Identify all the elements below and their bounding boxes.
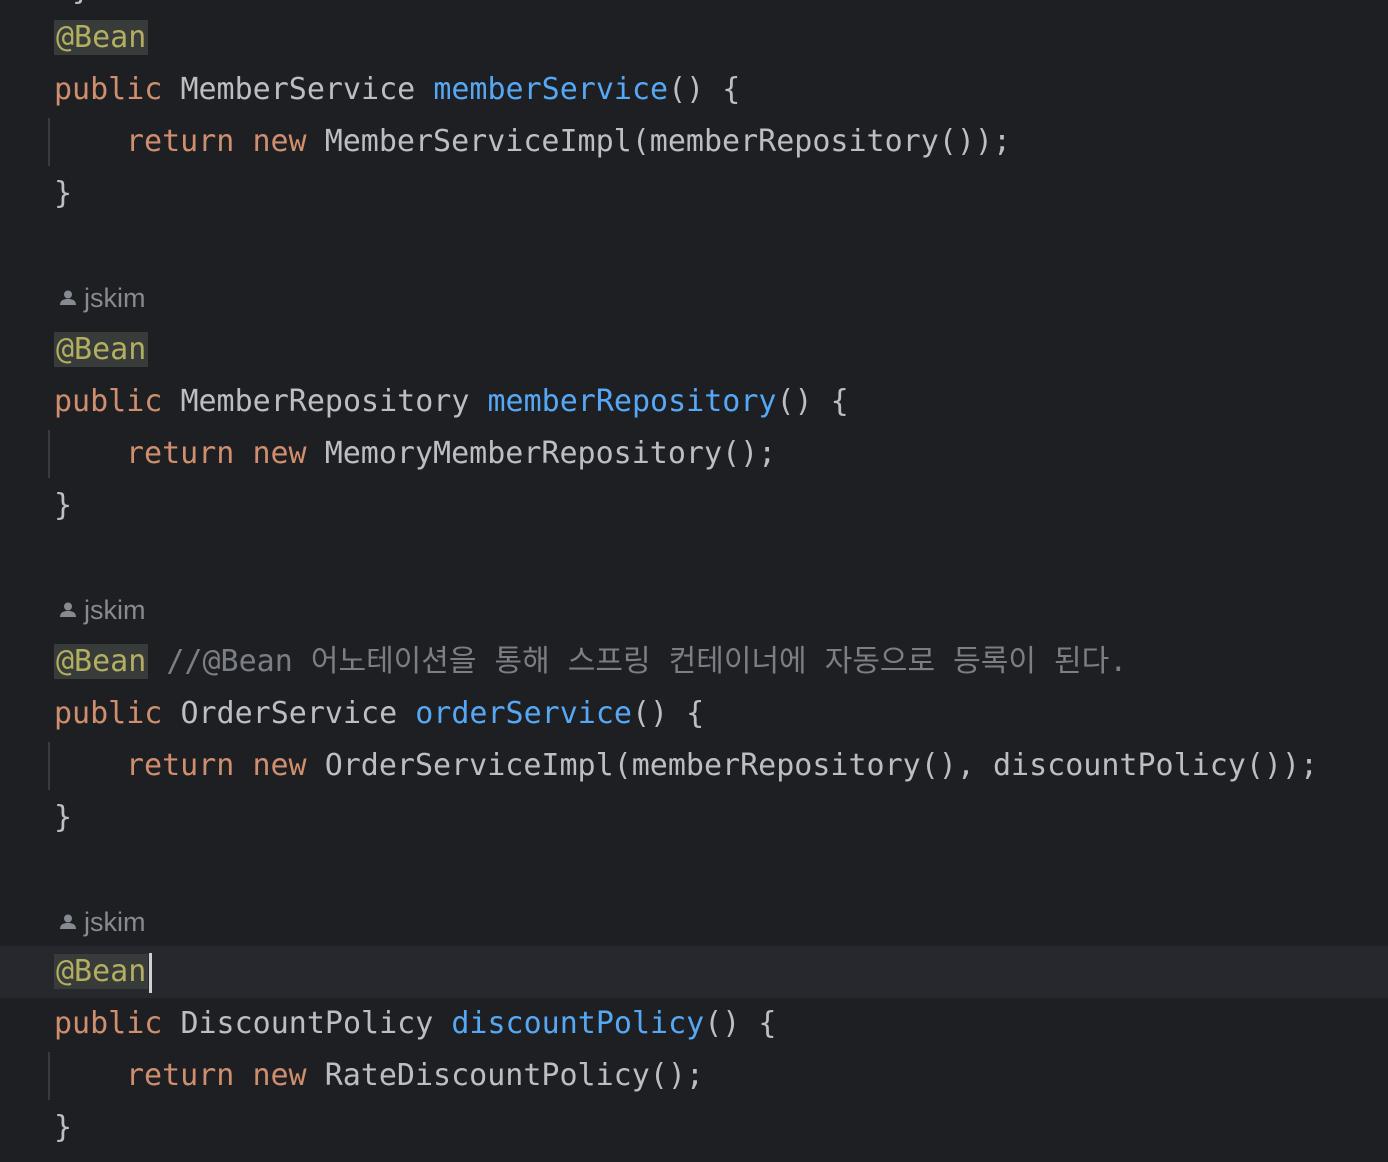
code-line[interactable]: return new MemoryMemberRepository(); bbox=[0, 428, 1388, 480]
return-expression: MemoryMemberRepository(); bbox=[324, 436, 777, 471]
author-hint[interactable]: jskim bbox=[58, 896, 146, 948]
author-name: jskim bbox=[84, 283, 146, 313]
method-name: memberRepository bbox=[487, 384, 777, 419]
indent-guide bbox=[48, 1052, 50, 1100]
code-line[interactable]: public OrderService orderService() { bbox=[0, 688, 1388, 740]
signature-tail: () { bbox=[668, 72, 741, 107]
keyword: new bbox=[252, 748, 307, 783]
author-hint[interactable]: jskim bbox=[58, 584, 146, 636]
code-line[interactable]: @Bean bbox=[0, 12, 1388, 64]
keyword: return bbox=[126, 748, 235, 783]
code-line[interactable]: } bbox=[0, 1102, 1388, 1154]
text-caret bbox=[149, 952, 153, 993]
user-icon bbox=[60, 290, 76, 305]
keyword: return bbox=[126, 436, 235, 471]
keyword: return bbox=[126, 124, 235, 159]
method-name: orderService bbox=[415, 696, 632, 731]
signature-tail: () { bbox=[776, 384, 849, 419]
keyword: public bbox=[54, 72, 163, 107]
return-type: MemberRepository bbox=[180, 384, 470, 419]
code-editor[interactable]: } @Bean public MemberService memberServi… bbox=[0, 0, 1388, 1162]
return-type: MemberService bbox=[180, 72, 416, 107]
code-line[interactable]: return new MemberServiceImpl(memberRepos… bbox=[0, 116, 1388, 168]
indent-guide bbox=[48, 742, 50, 790]
return-expression: MemberServiceImpl(memberRepository()); bbox=[324, 124, 1012, 159]
author-hint[interactable]: jskim bbox=[58, 272, 146, 324]
code-line[interactable]: } bbox=[0, 792, 1388, 844]
return-type: OrderService bbox=[180, 696, 398, 731]
keyword: new bbox=[252, 1058, 307, 1093]
user-icon bbox=[60, 914, 76, 929]
code-line[interactable]: public MemberRepository memberRepository… bbox=[0, 376, 1388, 428]
keyword: new bbox=[252, 124, 307, 159]
closing-brace: } bbox=[54, 1110, 73, 1145]
keyword: public bbox=[54, 696, 163, 731]
keyword: public bbox=[54, 384, 163, 419]
code-line[interactable]: public MemberService memberService() { bbox=[0, 64, 1388, 116]
annotation: @Bean bbox=[54, 644, 149, 679]
keyword: public bbox=[54, 1006, 163, 1041]
keyword: new bbox=[252, 436, 307, 471]
annotation: @Bean bbox=[54, 20, 149, 55]
code-line[interactable]: return new RateDiscountPolicy(); bbox=[0, 1050, 1388, 1102]
annotation: @Bean bbox=[54, 332, 149, 367]
indent-guide bbox=[48, 430, 50, 478]
indent-guide bbox=[48, 118, 50, 166]
author-name: jskim bbox=[84, 595, 146, 625]
closing-brace: } bbox=[54, 800, 73, 835]
return-expression: RateDiscountPolicy(); bbox=[324, 1058, 704, 1093]
code-line[interactable]: public DiscountPolicy discountPolicy() { bbox=[0, 998, 1388, 1050]
code-line[interactable]: return new OrderServiceImpl(memberReposi… bbox=[0, 740, 1388, 792]
return-type: DiscountPolicy bbox=[180, 1006, 434, 1041]
author-name: jskim bbox=[84, 907, 146, 937]
code-line[interactable]: @Bean bbox=[0, 324, 1388, 376]
return-expression: OrderServiceImpl(memberRepository(), dis… bbox=[324, 748, 1319, 783]
code-line[interactable]: } bbox=[0, 168, 1388, 220]
annotation: @Bean bbox=[54, 954, 149, 989]
method-name: discountPolicy bbox=[451, 1006, 705, 1041]
code-line[interactable]: @Bean //@Bean 어노테이션을 통해 스프링 컨테이너에 자동으로 등… bbox=[0, 636, 1388, 688]
current-code-line[interactable]: @Bean bbox=[0, 946, 1388, 998]
closing-brace: } bbox=[54, 176, 73, 211]
comment: //@Bean 어노테이션을 통해 스프링 컨테이너에 자동으로 등록이 된다. bbox=[166, 644, 1128, 679]
signature-tail: () { bbox=[632, 696, 705, 731]
cut-off-brace: } bbox=[72, 0, 90, 10]
signature-tail: () { bbox=[704, 1006, 777, 1041]
closing-brace: } bbox=[54, 488, 73, 523]
keyword: return bbox=[126, 1058, 235, 1093]
user-icon bbox=[60, 602, 76, 617]
code-line[interactable]: } bbox=[0, 480, 1388, 532]
method-name: memberService bbox=[433, 72, 669, 107]
